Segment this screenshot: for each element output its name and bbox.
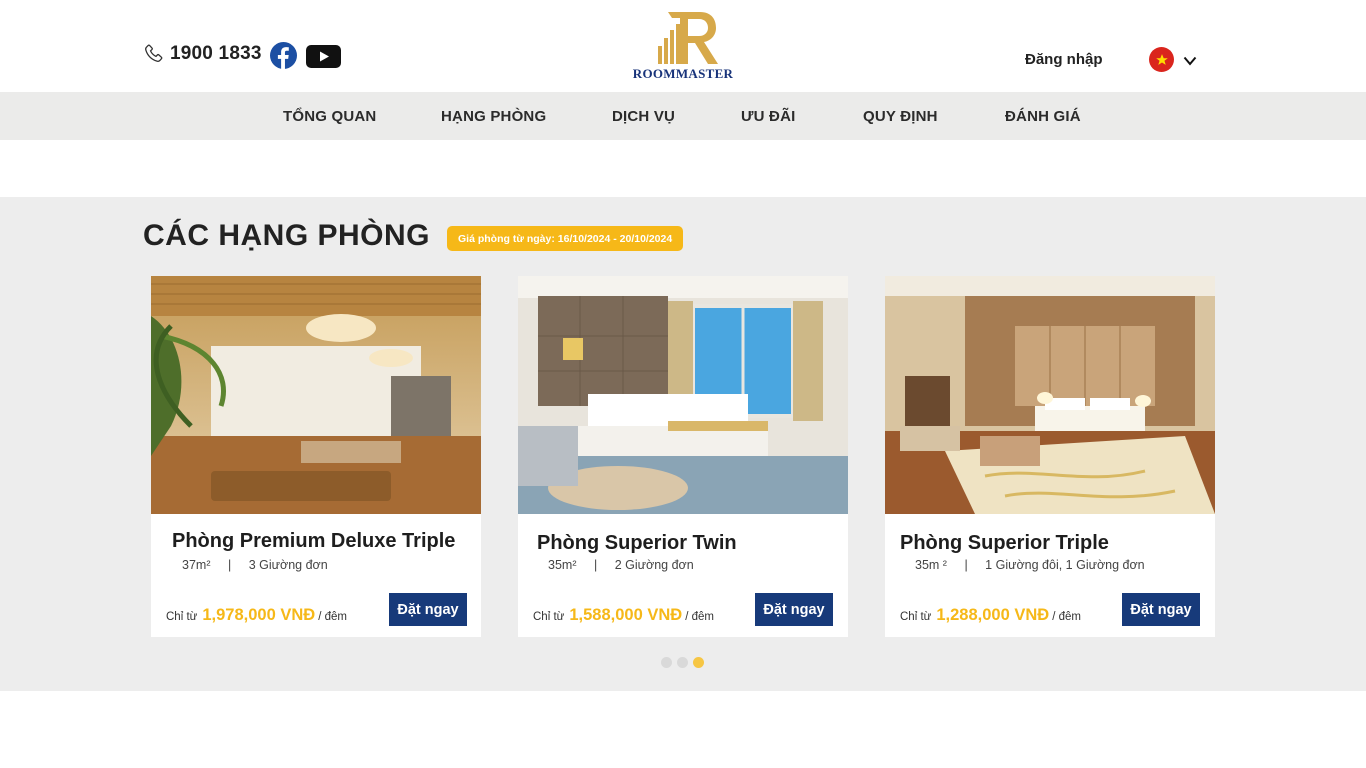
room-photo[interactable] (885, 276, 1215, 514)
book-now-button[interactable]: Đặt ngay (755, 593, 833, 626)
spec-separator: | (227, 558, 232, 572)
carousel-dot[interactable] (661, 657, 672, 668)
room-price: Chỉ từ 1,288,000 VNĐ / đêm (900, 606, 1081, 625)
nav-reviews[interactable]: ĐÁNH GIÁ (1005, 108, 1081, 125)
price-from-label: Chỉ từ (533, 611, 565, 623)
carousel-dots (661, 657, 704, 668)
price-date-badge: Giá phòng từ ngày: 16/10/2024 - 20/10/20… (447, 226, 684, 251)
price-amount: 1,588,000 VNĐ (569, 606, 683, 624)
room-specs: 35m ² | 1 Giường đôi, 1 Giường đơn (915, 558, 1145, 572)
room-card[interactable]: Phòng Superior Twin 35m² | 2 Giường đơn … (518, 276, 848, 637)
login-link[interactable]: Đăng nhập (1025, 51, 1103, 68)
vietnam-flag-icon[interactable] (1149, 47, 1174, 72)
brand-name: ROOMMASTER (632, 66, 734, 81)
chevron-down-icon[interactable] (1183, 55, 1197, 67)
room-specs: 37m² | 3 Giường đơn (182, 558, 328, 572)
book-now-button[interactable]: Đặt ngay (1122, 593, 1200, 626)
section-title: CÁC HẠNG PHÒNG (143, 219, 431, 252)
nav-policies[interactable]: QUY ĐỊNH (863, 108, 938, 125)
room-card[interactable]: Phòng Superior Triple 35m ² | 1 Giường đ… (885, 276, 1215, 637)
price-per-night: / đêm (318, 611, 347, 623)
room-area: 35m ² (915, 558, 947, 572)
room-specs: 35m² | 2 Giường đơn (548, 558, 694, 572)
price-per-night: / đêm (1052, 611, 1081, 623)
price-amount: 1,288,000 VNĐ (936, 606, 1050, 624)
book-now-button[interactable]: Đặt ngay (389, 593, 467, 626)
room-area: 35m² (548, 558, 577, 572)
price-per-night: / đêm (685, 611, 714, 623)
nav-room-types[interactable]: HẠNG PHÒNG (441, 108, 546, 125)
price-from-label: Chỉ từ (166, 611, 198, 623)
youtube-icon[interactable] (306, 45, 341, 68)
room-beds: 3 Giường đơn (248, 558, 328, 572)
nav-services[interactable]: DỊCH VỤ (612, 108, 675, 125)
room-price: Chỉ từ 1,588,000 VNĐ / đêm (533, 606, 714, 625)
nav-offers[interactable]: ƯU ĐÃI (741, 108, 795, 125)
room-name[interactable]: Phòng Superior Twin (537, 532, 737, 555)
spec-separator: | (593, 558, 598, 572)
room-name[interactable]: Phòng Superior Triple (900, 532, 1109, 555)
nav-overview[interactable]: TỔNG QUAN (283, 108, 376, 125)
room-price: Chỉ từ 1,978,000 VNĐ / đêm (166, 606, 347, 625)
carousel-dot-active[interactable] (693, 657, 704, 668)
phone-icon (145, 44, 163, 62)
price-amount: 1,978,000 VNĐ (202, 606, 316, 624)
room-beds: 2 Giường đơn (614, 558, 694, 572)
room-photo[interactable] (151, 276, 481, 514)
room-card[interactable]: Phòng Premium Deluxe Triple 37m² | 3 Giư… (151, 276, 481, 637)
phone-number[interactable]: 1900 1833 (170, 43, 262, 65)
hotline[interactable]: 1900 1833 (142, 42, 262, 66)
room-area: 37m² (182, 558, 211, 572)
room-beds: 1 Giường đôi, 1 Giường đơn (985, 558, 1145, 572)
spec-separator: | (964, 558, 968, 572)
top-bar: 1900 1833 ROOMMASTER Đăng nhập (0, 0, 1366, 92)
room-photo[interactable] (518, 276, 848, 514)
facebook-icon[interactable] (270, 42, 297, 69)
room-name[interactable]: Phòng Premium Deluxe Triple (172, 530, 455, 553)
room-types-section: CÁC HẠNG PHÒNG Giá phòng từ ngày: 16/10/… (0, 197, 1366, 691)
main-nav: TỔNG QUAN HẠNG PHÒNG DỊCH VỤ ƯU ĐÃI QUY … (0, 92, 1366, 140)
price-from-label: Chỉ từ (900, 611, 932, 623)
carousel-dot[interactable] (677, 657, 688, 668)
